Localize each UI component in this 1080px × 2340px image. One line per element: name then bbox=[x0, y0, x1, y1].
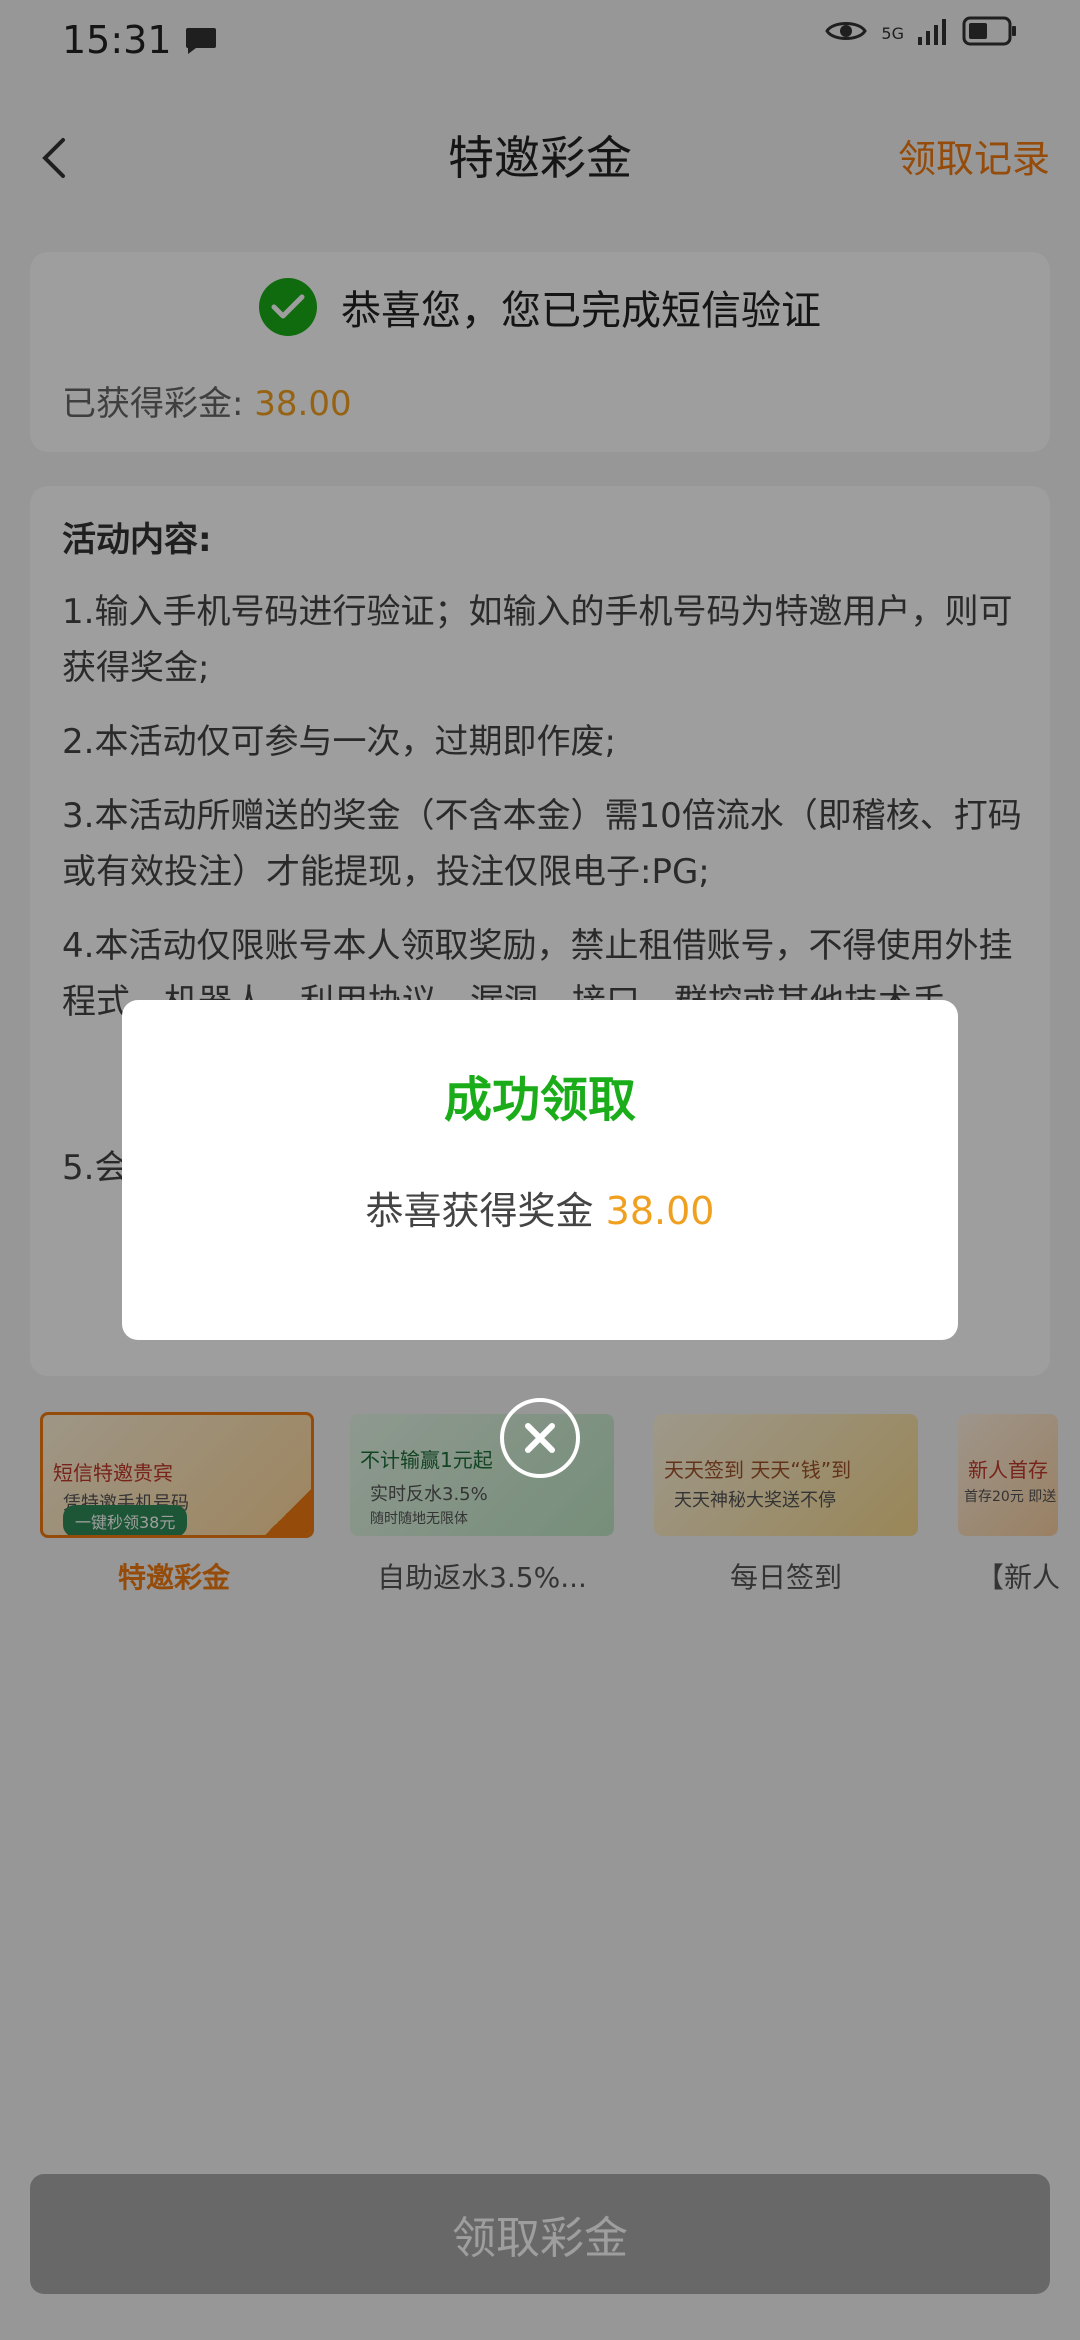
dialog-title: 成功领取 bbox=[443, 1072, 636, 1128]
dialog-message-text: 恭喜获得奖金 bbox=[365, 1189, 594, 1233]
dialog-message: 恭喜获得奖金 38.00 bbox=[122, 1180, 958, 1235]
success-dialog bbox=[122, 1000, 958, 1340]
close-icon bbox=[525, 1423, 555, 1453]
dialog-value: 38.00 bbox=[605, 1189, 715, 1233]
dialog-close-button[interactable] bbox=[500, 1398, 580, 1478]
